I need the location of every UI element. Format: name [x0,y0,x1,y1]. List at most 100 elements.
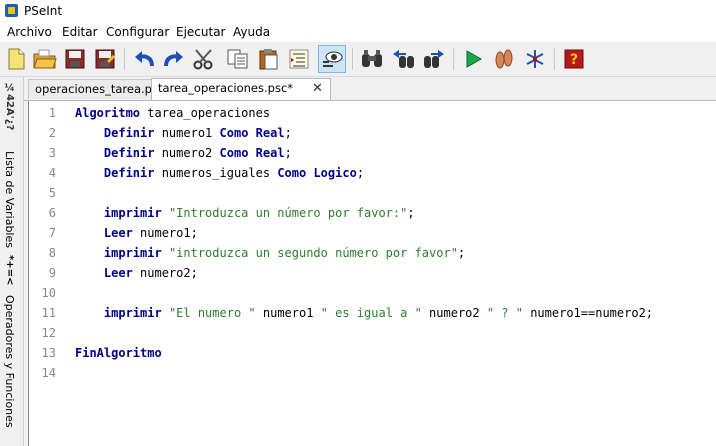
keyword-token: Definir [103,146,155,160]
cut-icon[interactable] [190,45,218,73]
identifier-token: numero1; [132,226,198,240]
code-text: Leer numero1; [75,223,198,243]
find-icon[interactable] [318,45,346,73]
code-line[interactable]: 14 [29,363,716,383]
keyword-token: Definir [103,166,155,180]
binoculars-icon[interactable] [358,45,386,73]
redo-icon[interactable] [160,45,188,73]
variables-panel-tab[interactable]: Lista de Variables [3,151,16,248]
identifier-token: numero2; [132,266,198,280]
code-line[interactable]: 7 Leer numero1; [29,223,716,243]
keyword-token: Leer [103,226,133,240]
close-icon[interactable]: ✕ [312,79,323,98]
string-token: " ? " [486,306,523,320]
identifier-token: ; [356,166,365,180]
pseint-app-icon [5,4,18,17]
identifier-token [75,166,104,180]
toolbar-separator [352,48,353,70]
code-text: Definir numeros_iguales Como Logico; [75,163,364,183]
keyword-token: Real [255,126,285,140]
find-next-icon[interactable] [420,45,448,73]
code-line[interactable]: 12 [29,323,716,343]
tab-operaciones-tarea[interactable]: operaciones_tarea.psc [28,79,172,99]
line-number: 9 [48,266,56,280]
code-line[interactable]: 1 Algoritmo tarea_operaciones [29,103,716,123]
menu-editar[interactable]: Editar [62,25,98,39]
code-text: Leer numero2; [75,263,198,283]
line-number: 13 [41,346,56,360]
code-text: FinAlgoritmo [75,343,162,363]
identifier-token: numeros_iguales [154,166,278,180]
window-title: PSeInt [24,4,63,18]
identifier-token [75,206,104,220]
operators-panel-tab[interactable]: Operadores y Funciones [3,295,16,428]
keyword-token: Como [219,126,249,140]
flowchart-icon[interactable] [521,45,549,73]
keyword-token: Definir [103,126,155,140]
code-text: imprimir "introduzca un segundo número p… [75,243,465,263]
code-text: imprimir "El numero " numero1 " es igual… [75,303,653,323]
line-number: 2 [48,126,56,140]
line-number: 6 [48,206,56,220]
toolbar-separator [453,48,454,70]
code-line[interactable]: 6 imprimir "Introduzca un número por fav… [29,203,716,223]
variables-panel-icon: ¼42A'¿? [4,83,15,131]
code-line[interactable]: 5 [29,183,716,203]
step-icon[interactable] [490,45,518,73]
code-line[interactable]: 11 imprimir "El numero " numero1 " es ig… [29,303,716,323]
identifier-token [75,146,104,160]
identifier-token: ; [407,206,415,220]
identifier-token: numero1==numero2; [522,306,654,320]
indent-icon[interactable] [286,45,314,73]
line-number: 1 [48,106,56,120]
undo-icon[interactable] [130,45,158,73]
paste-icon[interactable] [255,45,283,73]
code-line[interactable]: 9 Leer numero2; [29,263,716,283]
save-as-icon[interactable] [91,45,119,73]
keyword-token: Real [255,146,285,160]
line-number: 10 [41,286,56,300]
help-icon[interactable]: ? [560,45,588,73]
save-icon[interactable] [61,45,89,73]
copy-icon[interactable] [224,45,252,73]
code-line[interactable]: 4 Definir numeros_iguales Como Logico; [29,163,716,183]
code-editor[interactable]: 1 Algoritmo tarea_operaciones 2 Definir nu… [28,101,716,446]
code-line[interactable]: 2 Definir numero1 Como Real; [29,123,716,143]
code-line[interactable]: 8 imprimir "introduzca un segundo número… [29,243,716,263]
open-folder-icon[interactable] [31,45,59,73]
line-number: 14 [41,366,56,380]
run-icon[interactable] [459,45,487,73]
line-number: 3 [48,146,56,160]
code-line[interactable]: 13 FinAlgoritmo [29,343,716,363]
tab-tarea-operaciones[interactable]: tarea_operaciones.psc* ✕ [151,78,331,100]
new-file-icon[interactable] [2,45,30,73]
code-text: Algoritmo tarea_operaciones [75,103,270,123]
identifier-token [162,206,169,220]
identifier-token [75,246,104,260]
menu-archivo[interactable]: Archivo [7,25,52,39]
tab-label: tarea_operaciones.psc* [158,81,294,95]
identifier-token [75,226,104,240]
line-number: 12 [41,326,56,340]
menu-ejecutar[interactable]: Ejecutar [176,25,226,39]
line-number: 4 [48,166,56,180]
identifier-token: tarea_operaciones [140,106,271,120]
identifier-token: numero1 [255,306,321,320]
code-line[interactable]: 10 [29,283,716,303]
toolbar-separator [554,48,555,70]
tab-label: operaciones_tarea.psc [35,82,165,96]
keyword-token: Logico [313,166,357,180]
toolbar-separator [124,48,125,70]
menu-ayuda[interactable]: Ayuda [233,25,270,39]
identifier-token [248,126,255,140]
file-tabs: operaciones_tarea.psc tarea_operaciones.… [24,77,716,101]
code-line[interactable]: 3 Definir numero2 Como Real; [29,143,716,163]
string-token: " es igual a " [320,306,422,320]
identifier-token [162,246,169,260]
menu-configurar[interactable]: Configurar [106,25,169,39]
identifier-token: ; [457,246,466,260]
find-previous-icon[interactable] [389,45,417,73]
identifier-token [75,266,104,280]
string-token: "introduzca un segundo número por favor" [168,246,458,260]
identifier-token: ; [284,126,292,140]
